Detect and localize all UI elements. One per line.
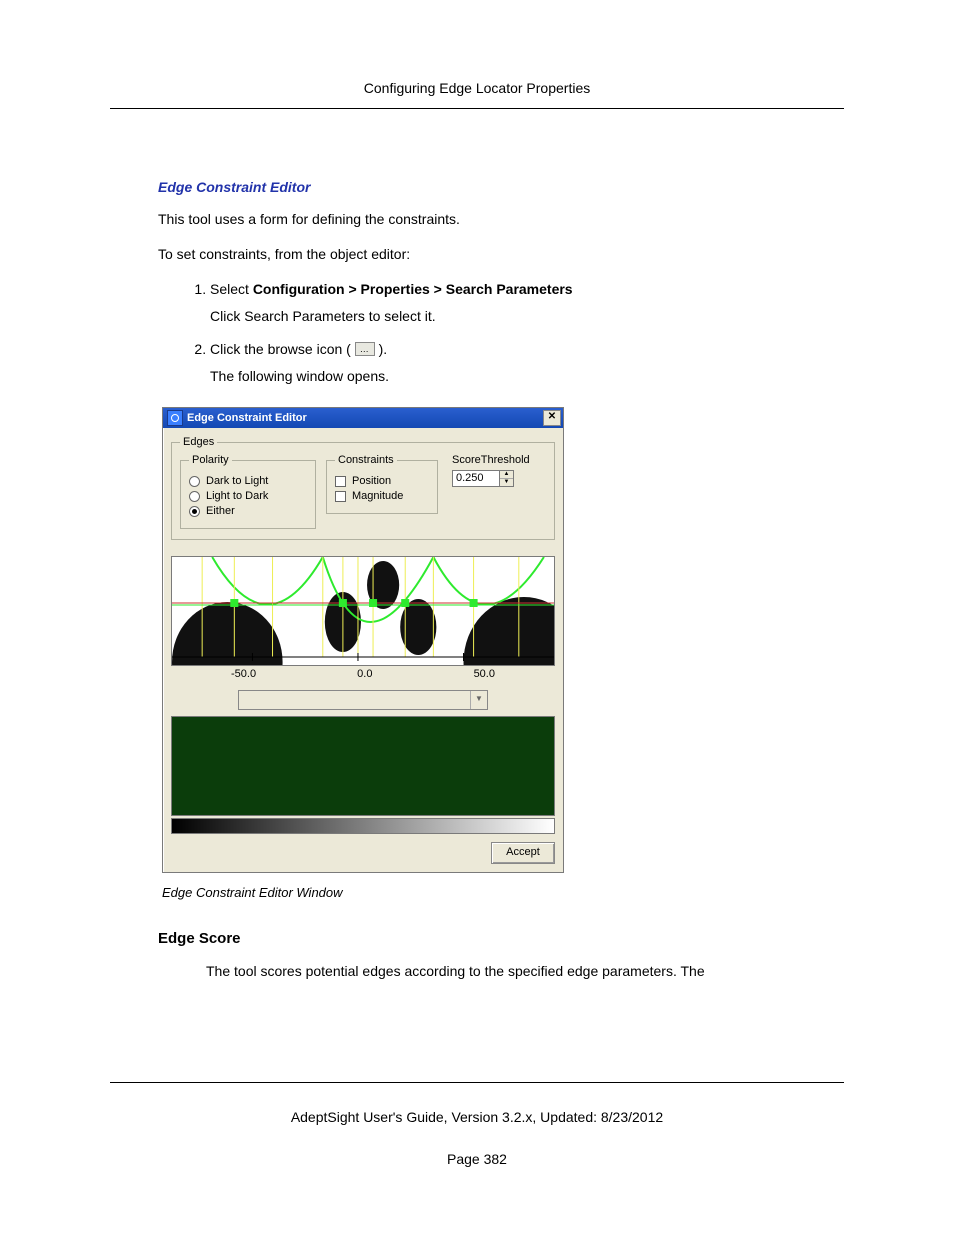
score-threshold-label: ScoreThreshold: [452, 454, 530, 466]
spinner-down-icon[interactable]: ▼: [500, 479, 513, 486]
browse-icon: …: [355, 342, 375, 356]
radio-icon: [189, 491, 200, 502]
checkbox-label: Magnitude: [352, 490, 403, 502]
radio-dark-to-light[interactable]: Dark to Light: [189, 475, 307, 487]
constraints-group: Constraints Position Magnitude: [326, 454, 438, 514]
edges-group: Edges Polarity Dark to Light Light to Da…: [171, 436, 555, 540]
score-threshold-group: ScoreThreshold 0.250 ▲ ▼: [452, 454, 530, 487]
edges-legend: Edges: [180, 436, 217, 448]
edge-preview-pane: [171, 556, 555, 666]
step-2-suffix: ).: [375, 341, 387, 357]
close-button[interactable]: ✕: [543, 410, 561, 426]
edge-score-text: The tool scores potential edges accordin…: [206, 961, 844, 982]
app-icon: [167, 410, 183, 426]
radio-label: Dark to Light: [206, 475, 268, 487]
step-2-prefix: Click the browse icon (: [210, 341, 355, 357]
chevron-down-icon[interactable]: ▼: [470, 691, 487, 709]
radio-icon: [189, 506, 200, 517]
accept-button[interactable]: Accept: [491, 842, 555, 864]
radio-icon: [189, 476, 200, 487]
checkbox-icon: [335, 476, 346, 487]
axis-left: -50.0: [231, 668, 256, 680]
footer-line: AdeptSight User's Guide, Version 3.2.x, …: [110, 1082, 844, 1125]
intro-text-2: To set constraints, from the object edit…: [158, 244, 844, 265]
figure-caption: Edge Constraint Editor Window: [162, 885, 844, 900]
preview-dropdown[interactable]: ▼: [238, 690, 488, 710]
steps-list: Select Configuration > Properties > Sear…: [182, 279, 844, 387]
step-1-sub: Click Search Parameters to select it.: [210, 306, 844, 327]
radio-light-to-dark[interactable]: Light to Dark: [189, 490, 307, 502]
polarity-legend: Polarity: [189, 454, 232, 466]
step-1: Select Configuration > Properties > Sear…: [210, 279, 844, 327]
spinner-buttons[interactable]: ▲ ▼: [500, 470, 514, 487]
checkbox-position[interactable]: Position: [335, 475, 429, 487]
page-number: Page 382: [110, 1151, 844, 1167]
dialog-titlebar: Edge Constraint Editor ✕: [163, 408, 563, 428]
checkbox-icon: [335, 491, 346, 502]
radio-label: Light to Dark: [206, 490, 268, 502]
spinner-up-icon[interactable]: ▲: [500, 471, 513, 479]
radio-either[interactable]: Either: [189, 505, 307, 517]
dialog-title: Edge Constraint Editor: [187, 412, 307, 424]
radio-label: Either: [206, 505, 235, 517]
dropdown-text: [239, 691, 470, 709]
checkbox-label: Position: [352, 475, 391, 487]
axis-right: 50.0: [474, 668, 495, 680]
step-2: Click the browse icon ( … ). The followi…: [210, 339, 844, 387]
edge-constraint-dialog: Edge Constraint Editor ✕ Edges Polarity …: [162, 407, 564, 873]
polarity-group: Polarity Dark to Light Light to Dark Eit…: [180, 454, 316, 529]
step-2-sub: The following window opens.: [210, 366, 844, 387]
page-header: Configuring Edge Locator Properties: [110, 80, 844, 109]
section-title-edge-constraint-editor: Edge Constraint Editor: [158, 179, 844, 195]
heading-edge-score: Edge Score: [158, 930, 844, 947]
step-1-path: Configuration > Properties > Search Para…: [253, 281, 573, 297]
secondary-preview-pane: [171, 716, 555, 816]
constraints-legend: Constraints: [335, 454, 397, 466]
axis-mid: 0.0: [357, 668, 372, 680]
axis-labels: -50.0 0.0 50.0: [171, 666, 555, 680]
score-threshold-spinner[interactable]: 0.250 ▲ ▼: [452, 470, 530, 487]
score-threshold-input[interactable]: 0.250: [452, 470, 500, 487]
checkbox-magnitude[interactable]: Magnitude: [335, 490, 429, 502]
step-1-prefix: Select: [210, 281, 253, 297]
gradient-bar: [171, 818, 555, 834]
intro-text-1: This tool uses a form for defining the c…: [158, 209, 844, 230]
